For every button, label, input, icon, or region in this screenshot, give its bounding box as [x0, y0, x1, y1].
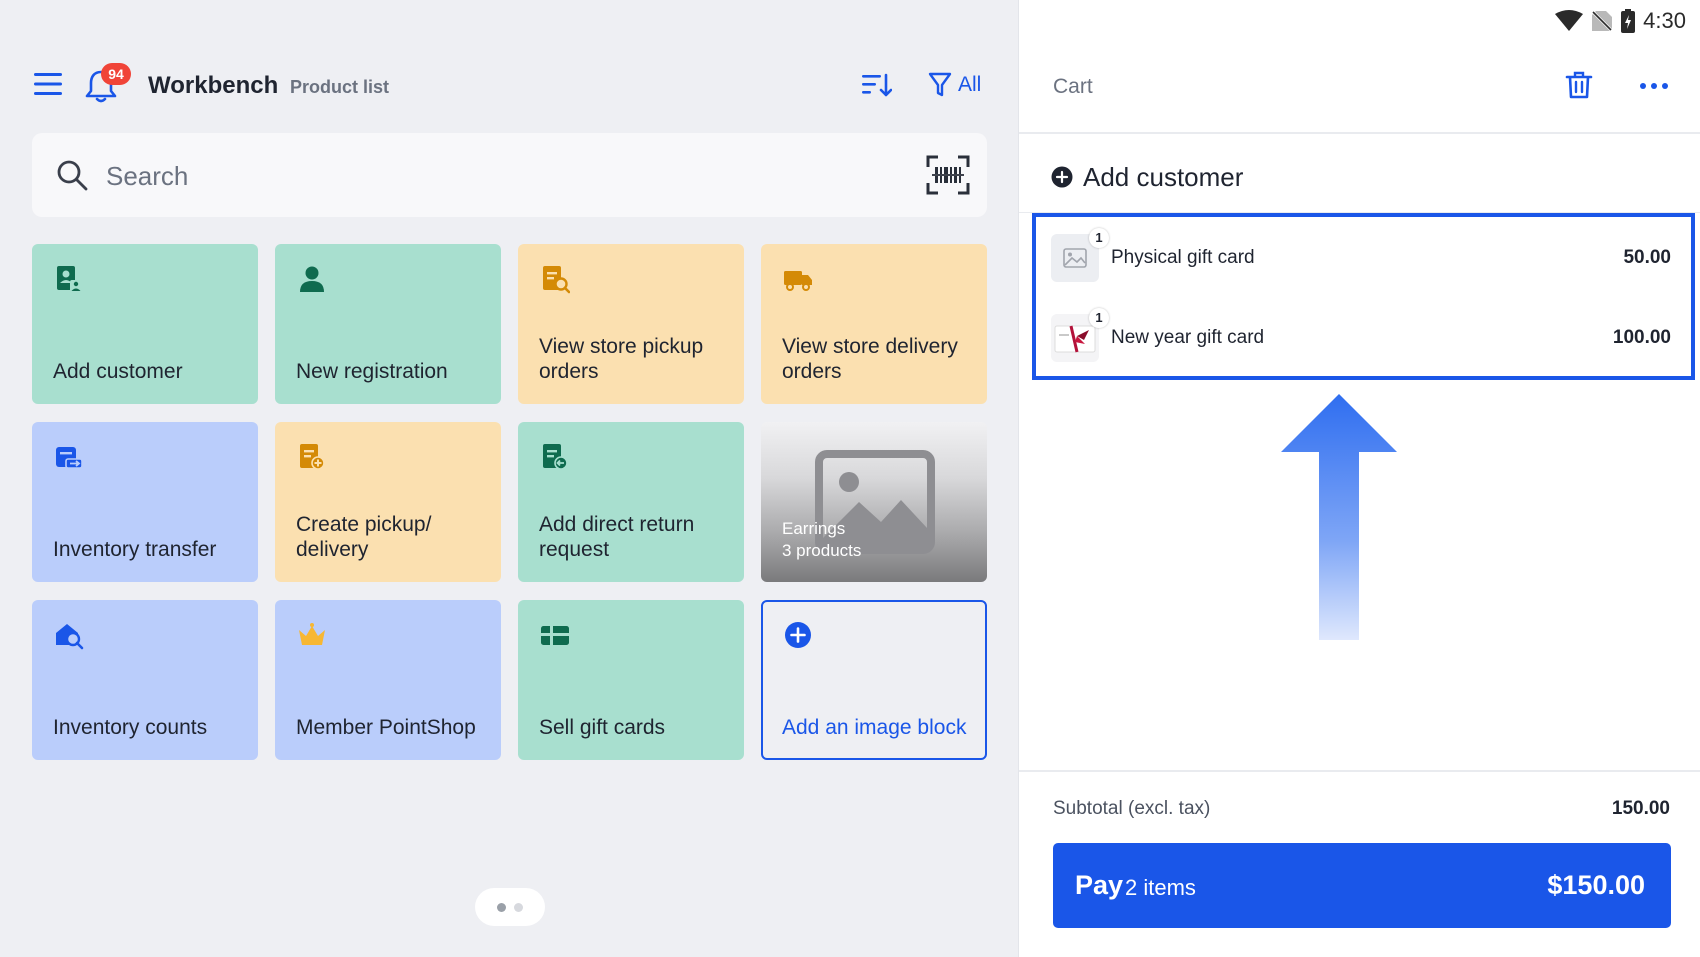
- tile-add-direct-return-request[interactable]: Add direct return request: [518, 422, 744, 582]
- cart-title: Cart: [1053, 75, 1093, 98]
- search-bar: [32, 133, 987, 217]
- sort-icon[interactable]: [862, 72, 892, 98]
- tile-label: New registration: [296, 360, 448, 383]
- filter-button[interactable]: All: [928, 70, 981, 100]
- item-price: 50.00: [1623, 247, 1671, 268]
- pay-button[interactable]: Pay 2 items $150.00: [1053, 843, 1671, 928]
- plus-circle-icon: [1051, 166, 1073, 188]
- notification-badge: 94: [101, 63, 131, 85]
- cart-line-item[interactable]: 1 Physical gift card 50.00: [1051, 228, 1671, 286]
- no-sim-icon: [1591, 10, 1614, 32]
- tile-label: Member PointShop: [296, 716, 476, 739]
- cart-line-item[interactable]: 1 New year gift card 100.00: [1051, 308, 1671, 366]
- tile-label: Add an image block: [782, 716, 967, 739]
- more-options-icon[interactable]: [1639, 76, 1669, 96]
- quantity-badge: 1: [1089, 308, 1109, 328]
- workbench-panel: 94 Workbench Product list All Search Add…: [0, 0, 1018, 957]
- tile-member-pointshop[interactable]: Member PointShop: [275, 600, 501, 760]
- category-count: 3 products: [782, 541, 862, 560]
- up-arrow-annotation: [1281, 394, 1397, 640]
- tile-inventory-transfer[interactable]: Inventory transfer: [32, 422, 258, 582]
- cart-panel: 4:30 Cart Add customer 1 Physical gift c…: [1018, 0, 1700, 957]
- add-customer-button[interactable]: Add customer: [1051, 160, 1243, 194]
- trash-icon[interactable]: [1565, 70, 1593, 100]
- page-title: Workbench: [148, 72, 279, 99]
- tile-add-customer[interactable]: Add customer: [32, 244, 258, 404]
- divider: [1019, 770, 1700, 772]
- tile-new-registration[interactable]: New registration: [275, 244, 501, 404]
- barcode-scan-icon[interactable]: [926, 155, 970, 195]
- subtotal-value: 150.00: [1611, 798, 1670, 819]
- quantity-badge: 1: [1089, 228, 1109, 248]
- tile-earrings-category[interactable]: Earrings 3 products: [761, 422, 987, 582]
- customer-card-icon: [57, 266, 82, 292]
- clock-time: 4:30: [1643, 8, 1686, 33]
- item-price: 100.00: [1612, 327, 1671, 348]
- pay-amount: $150.00: [1547, 870, 1645, 900]
- delivery-truck-icon: [784, 271, 812, 291]
- category-name: Earrings: [782, 519, 846, 538]
- crown-icon: [299, 623, 325, 645]
- tile-label: Earrings 3 products: [782, 518, 975, 562]
- tile-label: View store pickup orders: [539, 335, 704, 383]
- item-name: New year gift card: [1111, 327, 1265, 348]
- pickup-order-icon: [543, 266, 570, 294]
- gift-card-icon: [541, 626, 569, 645]
- tile-label: Add direct return request: [539, 513, 695, 561]
- tile-inventory-counts[interactable]: Inventory counts: [32, 600, 258, 760]
- search-icon: [57, 160, 88, 191]
- tile-sell-gift-cards[interactable]: Sell gift cards: [518, 600, 744, 760]
- inventory-count-icon: [56, 624, 84, 650]
- pay-item-count: 2 items: [1125, 875, 1196, 900]
- filter-label: All: [958, 73, 982, 96]
- subtotal-label: Subtotal (excl. tax): [1053, 798, 1211, 819]
- page-dot-active: [497, 903, 506, 912]
- wifi-icon: [1555, 10, 1584, 31]
- tile-create-pickup-delivery[interactable]: Create pickup/ delivery: [275, 422, 501, 582]
- create-pickup-icon: [300, 444, 325, 470]
- page-indicator[interactable]: [475, 888, 545, 926]
- search-input[interactable]: [104, 153, 868, 199]
- inventory-transfer-icon: [56, 447, 83, 469]
- tile-label: Sell gift cards: [539, 716, 666, 739]
- page-subtitle: Product list: [290, 77, 390, 97]
- tile-label: Inventory counts: [53, 716, 208, 739]
- tile-view-store-pickup-orders[interactable]: View store pickup orders: [518, 244, 744, 404]
- pay-label: Pay: [1075, 870, 1124, 900]
- return-request-icon: [543, 444, 568, 470]
- item-name: Physical gift card: [1111, 247, 1255, 268]
- tile-add-image-block[interactable]: Add an image block: [761, 600, 987, 760]
- add-customer-label: Add customer: [1083, 161, 1244, 192]
- plus-circle-icon: [785, 622, 811, 648]
- tile-label: View store delivery orders: [782, 335, 958, 383]
- tile-label: Create pickup/ delivery: [296, 513, 432, 561]
- person-icon: [300, 266, 324, 292]
- divider: [1019, 132, 1700, 134]
- filter-icon: [928, 72, 952, 97]
- page-dot: [514, 903, 523, 912]
- battery-charging-icon: [1621, 9, 1636, 33]
- tile-label: Inventory transfer: [53, 538, 217, 561]
- tile-view-store-delivery-orders[interactable]: View store delivery orders: [761, 244, 987, 404]
- status-bar: 4:30: [1555, 6, 1686, 36]
- menu-icon[interactable]: [34, 72, 62, 96]
- tile-label: Add customer: [53, 360, 183, 383]
